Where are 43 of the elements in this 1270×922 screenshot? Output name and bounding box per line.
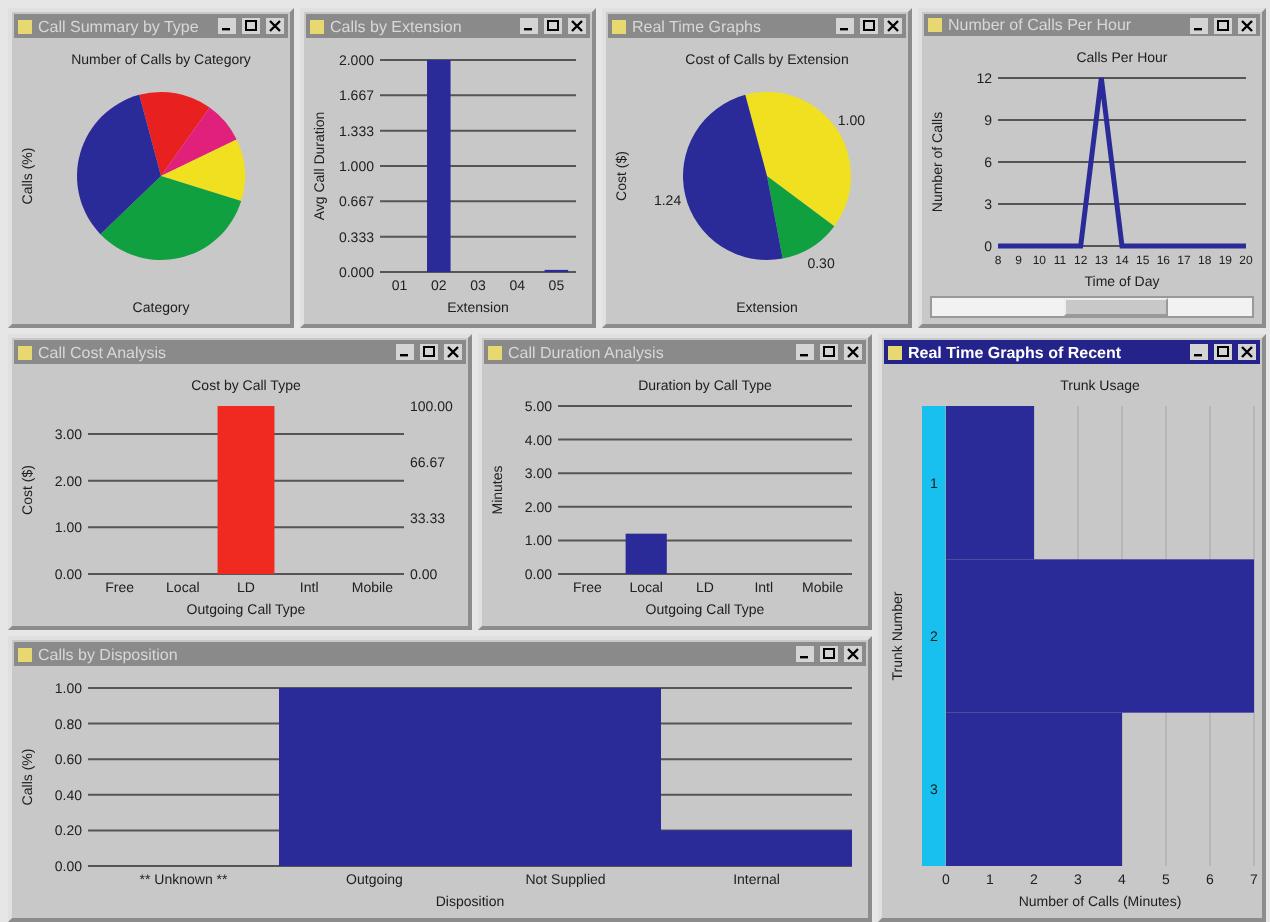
window-title: Real Time Graphs of Recent	[908, 343, 1124, 361]
maximize-icon[interactable]	[860, 18, 878, 34]
minimize-icon[interactable]	[218, 18, 236, 34]
close-icon[interactable]	[844, 344, 862, 360]
close-icon[interactable]	[1238, 17, 1256, 33]
minimize-icon[interactable]	[520, 18, 538, 34]
maximize-icon[interactable]	[1214, 344, 1232, 360]
window-icon	[612, 19, 626, 33]
close-icon[interactable]	[884, 18, 902, 34]
minimize-icon[interactable]	[836, 18, 854, 34]
maximize-icon[interactable]	[420, 344, 438, 360]
minimize-icon[interactable]	[796, 646, 814, 662]
window-icon	[928, 18, 942, 32]
maximize-icon[interactable]	[1214, 17, 1232, 33]
close-icon[interactable]	[568, 18, 586, 34]
window-icon	[18, 19, 32, 33]
window-title: Number of Calls Per Hour	[948, 16, 1134, 34]
window-icon	[18, 647, 32, 661]
window-title: Real Time Graphs	[632, 17, 763, 35]
close-icon[interactable]	[266, 18, 284, 34]
window-title: Call Duration Analysis	[508, 343, 666, 361]
minimize-icon[interactable]	[796, 344, 814, 360]
window-icon	[488, 345, 502, 359]
window-title: Calls by Disposition	[38, 645, 180, 663]
maximize-icon[interactable]	[820, 646, 838, 662]
minimize-icon[interactable]	[1190, 344, 1208, 360]
window-icon	[18, 345, 32, 359]
minimize-icon[interactable]	[396, 344, 414, 360]
window-title: Call Summary by Type	[38, 17, 201, 35]
window-title: Call Cost Analysis	[38, 343, 169, 361]
bar	[625, 533, 667, 574]
close-icon[interactable]	[844, 646, 862, 662]
window-icon	[888, 345, 902, 359]
close-icon[interactable]	[444, 344, 462, 360]
close-icon[interactable]	[1238, 344, 1256, 360]
maximize-icon[interactable]	[242, 18, 260, 34]
window-icon	[310, 19, 324, 33]
scrollbar[interactable]	[930, 296, 1254, 318]
maximize-icon[interactable]	[544, 18, 562, 34]
scroll-thumb[interactable]	[1064, 298, 1168, 316]
window-title: Calls by Extension	[330, 17, 464, 35]
minimize-icon[interactable]	[1190, 17, 1208, 33]
maximize-icon[interactable]	[820, 344, 838, 360]
